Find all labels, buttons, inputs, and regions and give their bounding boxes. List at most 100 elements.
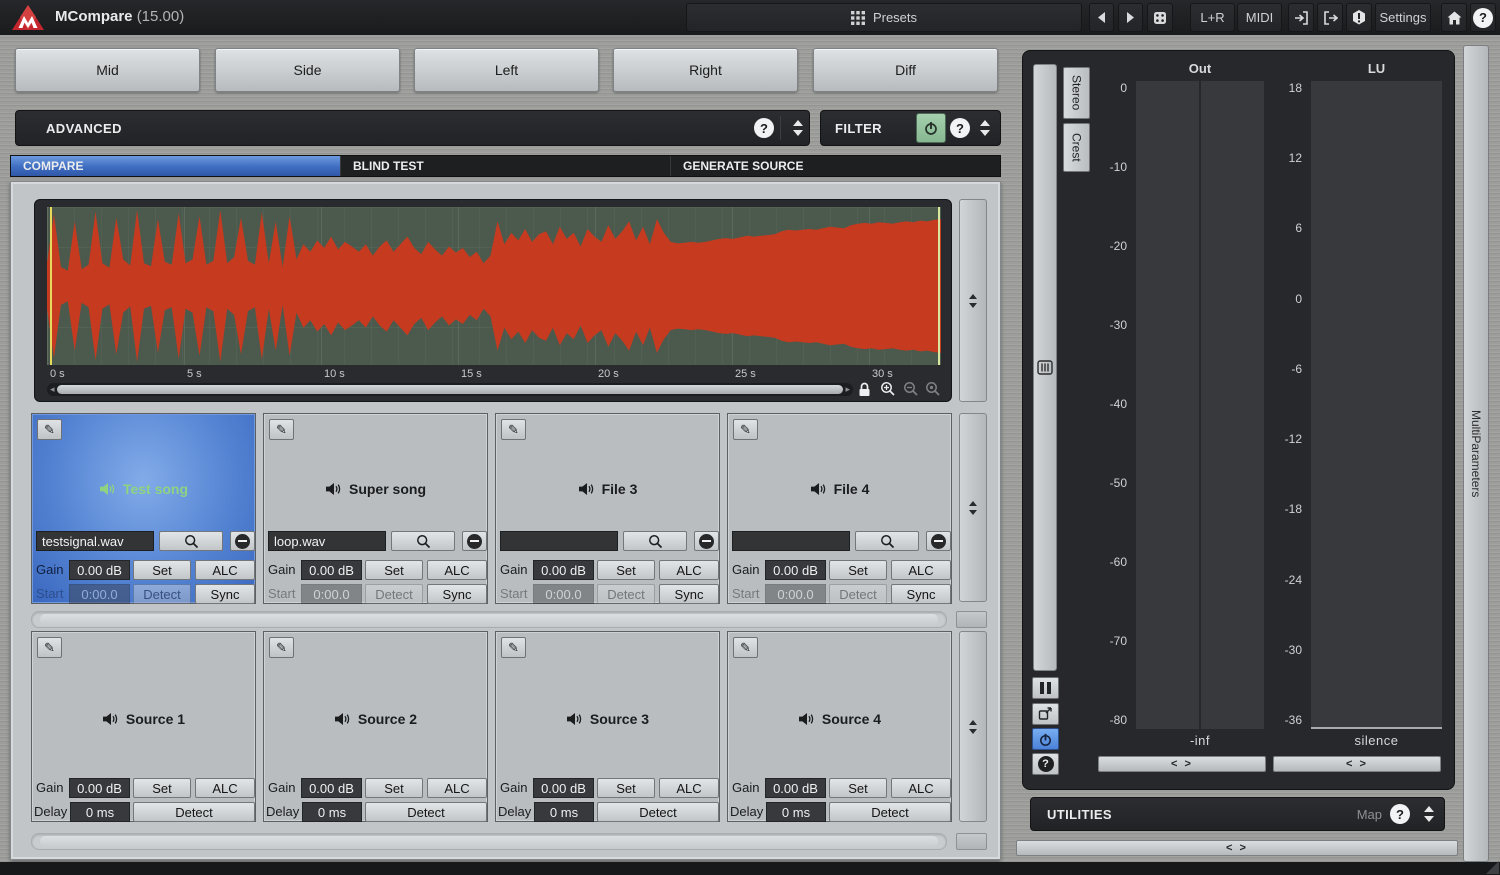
source-slot-4[interactable]: ✎ Source 4 Gain 0.00 dB Set ALC Delay 0 … <box>727 631 952 822</box>
advanced-help-button[interactable]: ? <box>754 118 774 138</box>
gain-value[interactable]: 0.00 dB <box>533 560 594 580</box>
zoom-in-button[interactable] <box>878 380 897 398</box>
delay-value[interactable]: 0 ms <box>302 802 362 822</box>
filter-collapse-button[interactable] <box>974 120 996 136</box>
gain-value[interactable]: 0.00 dB <box>69 778 130 798</box>
source-slot-title[interactable]: Source 4 <box>728 708 951 730</box>
set-gain-button[interactable]: Set <box>133 778 191 798</box>
file-slot-title[interactable]: File 3 <box>496 478 719 500</box>
lock-zoom-button[interactable] <box>855 380 874 398</box>
gain-value[interactable]: 0.00 dB <box>533 778 594 798</box>
delay-value[interactable]: 0 ms <box>70 802 130 822</box>
file-slot-4[interactable]: ✎ File 4 Gain 0.00 dB Set ALC Start 0:00… <box>727 413 952 604</box>
tab-compare[interactable]: COMPARE <box>11 156 341 176</box>
alc-button[interactable]: ALC <box>891 560 951 580</box>
randomize-button[interactable] <box>1147 3 1173 32</box>
filter-help-button[interactable]: ? <box>950 118 970 138</box>
help-button[interactable]: ? <box>1470 3 1496 32</box>
set-gain-button[interactable]: Set <box>365 560 423 580</box>
remove-file-button[interactable] <box>462 531 487 551</box>
lr-channels-button[interactable]: L+R <box>1190 3 1235 32</box>
sync-button[interactable]: Sync <box>659 584 719 604</box>
detect-delay-button[interactable]: Detect <box>829 802 951 822</box>
advanced-bar[interactable]: ADVANCED ? <box>15 110 810 146</box>
remove-file-button[interactable] <box>926 531 951 551</box>
detect-delay-button[interactable]: Detect <box>365 802 487 822</box>
edit-slot-button[interactable]: ✎ <box>733 637 758 658</box>
browse-file-button[interactable] <box>391 531 455 551</box>
midi-button[interactable]: MIDI <box>1237 3 1282 32</box>
utilities-help-button[interactable]: ? <box>1390 804 1410 824</box>
remove-file-button[interactable] <box>694 531 719 551</box>
lu-meter[interactable] <box>1311 81 1442 729</box>
lu-meter-range-slider[interactable]: < > <box>1273 756 1441 772</box>
filter-power-button[interactable] <box>916 113 946 143</box>
source-row-resize-handle[interactable] <box>959 631 987 822</box>
settings-button[interactable]: Settings <box>1375 3 1431 32</box>
meter-power-button[interactable] <box>1032 728 1059 750</box>
alc-button[interactable]: ALC <box>195 560 255 580</box>
source-slot-2[interactable]: ✎ Source 2 Gain 0.00 dB Set ALC Delay 0 … <box>263 631 488 822</box>
source-slot-title[interactable]: Source 2 <box>264 708 487 730</box>
detect-delay-button[interactable]: Detect <box>597 802 719 822</box>
utilities-bar[interactable]: UTILITIES Map ? <box>1030 797 1445 831</box>
channel-button-side[interactable]: Side <box>215 48 400 92</box>
edit-slot-button[interactable]: ✎ <box>269 419 294 440</box>
waveform-display[interactable] <box>47 207 941 365</box>
out-meter[interactable] <box>1136 81 1264 729</box>
notifications-button[interactable] <box>1346 3 1372 32</box>
remove-file-button[interactable] <box>230 531 255 551</box>
utilities-collapse-button[interactable] <box>1418 806 1440 822</box>
file-slot-2[interactable]: ✎ Super song loop.wav Gain 0.00 dB Set A… <box>263 413 488 604</box>
resize-grip[interactable] <box>1486 861 1499 874</box>
set-gain-button[interactable]: Set <box>829 778 887 798</box>
detect-delay-button[interactable]: Detect <box>133 802 255 822</box>
file-slot-title[interactable]: File 4 <box>728 478 951 500</box>
tab-generate-source[interactable]: GENERATE SOURCE <box>671 156 1000 176</box>
edit-slot-button[interactable]: ✎ <box>37 637 62 658</box>
set-gain-button[interactable]: Set <box>829 560 887 580</box>
playhead-cursor[interactable] <box>50 207 52 365</box>
file-name-field[interactable] <box>732 531 850 551</box>
set-gain-button[interactable]: Set <box>365 778 423 798</box>
sync-button[interactable]: Sync <box>891 584 951 604</box>
gain-value[interactable]: 0.00 dB <box>301 560 362 580</box>
edit-slot-button[interactable]: ✎ <box>37 419 62 440</box>
file-row-scrollbar[interactable] <box>31 611 947 628</box>
filter-bar[interactable]: FILTER ? <box>820 110 1001 146</box>
meter-help-button[interactable]: ? <box>1032 753 1059 775</box>
gain-value[interactable]: 0.00 dB <box>69 560 130 580</box>
file-name-field[interactable]: loop.wav <box>268 531 386 551</box>
melda-logo-icon[interactable] <box>11 4 45 31</box>
alc-button[interactable]: ALC <box>891 778 951 798</box>
scroll-right-arrow-icon[interactable]: ▸ <box>845 384 850 395</box>
browse-file-button[interactable] <box>623 531 687 551</box>
tab-blind-test[interactable]: BLIND TEST <box>341 156 671 176</box>
panel-width-slider[interactable]: < > <box>1016 840 1458 856</box>
channel-button-left[interactable]: Left <box>414 48 599 92</box>
advanced-collapse-button[interactable] <box>787 120 809 136</box>
channel-button-right[interactable]: Right <box>613 48 798 92</box>
delay-value[interactable]: 0 ms <box>534 802 594 822</box>
set-gain-button[interactable]: Set <box>597 560 655 580</box>
waveform-scrollbar-thumb[interactable] <box>57 385 843 394</box>
map-button[interactable]: Map <box>1357 807 1382 822</box>
sync-button[interactable]: Sync <box>195 584 255 604</box>
edit-slot-button[interactable]: ✎ <box>733 419 758 440</box>
source-slot-3[interactable]: ✎ Source 3 Gain 0.00 dB Set ALC Delay 0 … <box>495 631 720 822</box>
alc-button[interactable]: ALC <box>427 560 487 580</box>
delay-value[interactable]: 0 ms <box>766 802 826 822</box>
out-meter-range-slider[interactable]: < > <box>1098 756 1266 772</box>
source-slot-title[interactable]: Source 1 <box>32 708 255 730</box>
sync-button[interactable]: Sync <box>427 584 487 604</box>
alc-button[interactable]: ALC <box>659 560 719 580</box>
browse-file-button[interactable] <box>855 531 919 551</box>
file-name-field[interactable]: testsignal.wav <box>36 531 154 551</box>
edit-slot-button[interactable]: ✎ <box>269 637 294 658</box>
gain-value[interactable]: 0.00 dB <box>765 778 826 798</box>
set-gain-button[interactable]: Set <box>597 778 655 798</box>
file-slot-title[interactable]: Super song <box>264 478 487 500</box>
channel-button-mid[interactable]: Mid <box>15 48 200 92</box>
source-row-scrollbar[interactable] <box>31 833 947 850</box>
preset-previous-button[interactable] <box>1089 3 1114 32</box>
